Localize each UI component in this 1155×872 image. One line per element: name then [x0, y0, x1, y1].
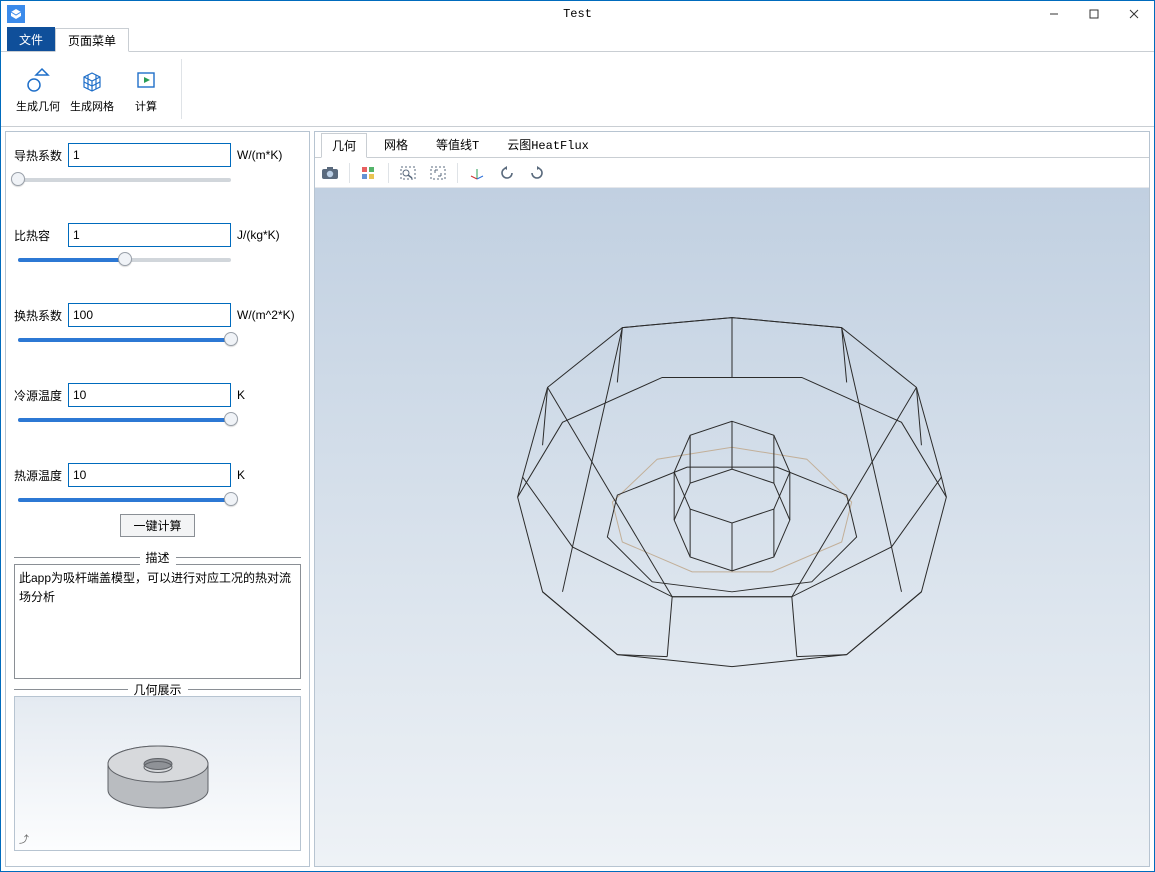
- heat-transfer-coef-input[interactable]: [68, 303, 231, 327]
- ribbon-separator: [181, 59, 182, 119]
- specific-heat-slider[interactable]: [18, 258, 231, 262]
- tab-geometry[interactable]: 几何: [321, 133, 367, 158]
- cold-temp-label: 冷源温度: [14, 387, 68, 404]
- 3d-viewport[interactable]: [315, 188, 1149, 866]
- heat-transfer-coef-unit: W/(m^2*K): [237, 308, 301, 322]
- thermal-conductivity-input[interactable]: [68, 143, 231, 167]
- mesh-icon: [76, 64, 108, 96]
- menu-file[interactable]: 文件: [7, 27, 55, 51]
- thermal-conductivity-slider[interactable]: [18, 178, 231, 182]
- main-menu: 文件 页面菜单: [1, 27, 1154, 52]
- generate-mesh-button[interactable]: 生成网格: [67, 59, 117, 119]
- viewport-panel: 几何 网格 等值线T 云图HeatFlux: [314, 131, 1150, 867]
- viewport-toolbar: [315, 158, 1149, 188]
- heat-transfer-coef-label: 换热系数: [14, 307, 68, 324]
- cold-temp-input[interactable]: [68, 383, 231, 407]
- tab-isoline[interactable]: 等值线T: [425, 132, 490, 157]
- maximize-button[interactable]: [1074, 1, 1114, 27]
- specific-heat-unit: J/(kg*K): [237, 228, 301, 242]
- zoom-extents-icon[interactable]: [397, 162, 419, 184]
- heat-transfer-coef-slider[interactable]: [18, 338, 231, 342]
- ribbon: 生成几何 生成网格 计算: [1, 52, 1154, 127]
- cold-temp-unit: K: [237, 388, 301, 402]
- content-area: 导热系数 W/(m*K) 比热容 J/(kg*K) 换热系数 W/(m^2*K): [1, 127, 1154, 871]
- hot-temp-input[interactable]: [68, 463, 231, 487]
- cold-temp-slider[interactable]: [18, 418, 231, 422]
- thermal-conductivity-unit: W/(m*K): [237, 148, 301, 162]
- rotate-right-icon[interactable]: [526, 162, 548, 184]
- thermal-conductivity-label: 导热系数: [14, 147, 68, 164]
- description-legend: 描述: [139, 549, 175, 566]
- viewport-tabs: 几何 网格 等值线T 云图HeatFlux: [315, 132, 1149, 158]
- plot-options-icon[interactable]: [358, 162, 380, 184]
- axis-view-icon[interactable]: [466, 162, 488, 184]
- compute-button-ribbon[interactable]: 计算: [121, 59, 171, 119]
- tab-mesh[interactable]: 网格: [373, 132, 419, 157]
- parameters-panel: 导热系数 W/(m*K) 比热容 J/(kg*K) 换热系数 W/(m^2*K): [5, 131, 310, 867]
- menu-page[interactable]: 页面菜单: [55, 28, 129, 52]
- camera-icon[interactable]: [319, 162, 341, 184]
- rotate-left-icon[interactable]: [496, 162, 518, 184]
- window-title: Test: [563, 7, 592, 21]
- specific-heat-input[interactable]: [68, 223, 231, 247]
- close-button[interactable]: [1114, 1, 1154, 27]
- app-icon: [7, 5, 25, 23]
- geometry-preview-fieldset: 几何展示 ⤴: [14, 689, 301, 851]
- description-fieldset: 描述 此app为吸杆端盖模型，可以进行对应工况的热对流场分析: [14, 557, 301, 679]
- description-text: 此app为吸杆端盖模型，可以进行对应工况的热对流场分析: [14, 564, 301, 679]
- generate-geometry-button[interactable]: 生成几何: [13, 59, 63, 119]
- tab-heatflux[interactable]: 云图HeatFlux: [496, 132, 600, 157]
- play-icon: [130, 64, 162, 96]
- one-click-compute-button[interactable]: 一键计算: [120, 514, 194, 537]
- triad-mini-icon: ⤴: [19, 831, 29, 846]
- geometry-preview[interactable]: ⤴: [14, 696, 301, 851]
- hot-temp-unit: K: [237, 468, 301, 482]
- hot-temp-label: 热源温度: [14, 467, 68, 484]
- minimize-button[interactable]: [1034, 1, 1074, 27]
- hot-temp-slider[interactable]: [18, 498, 231, 502]
- titlebar: Test: [1, 1, 1154, 27]
- specific-heat-label: 比热容: [14, 227, 68, 244]
- zoom-window-icon[interactable]: [427, 162, 449, 184]
- geometry-icon: [22, 64, 54, 96]
